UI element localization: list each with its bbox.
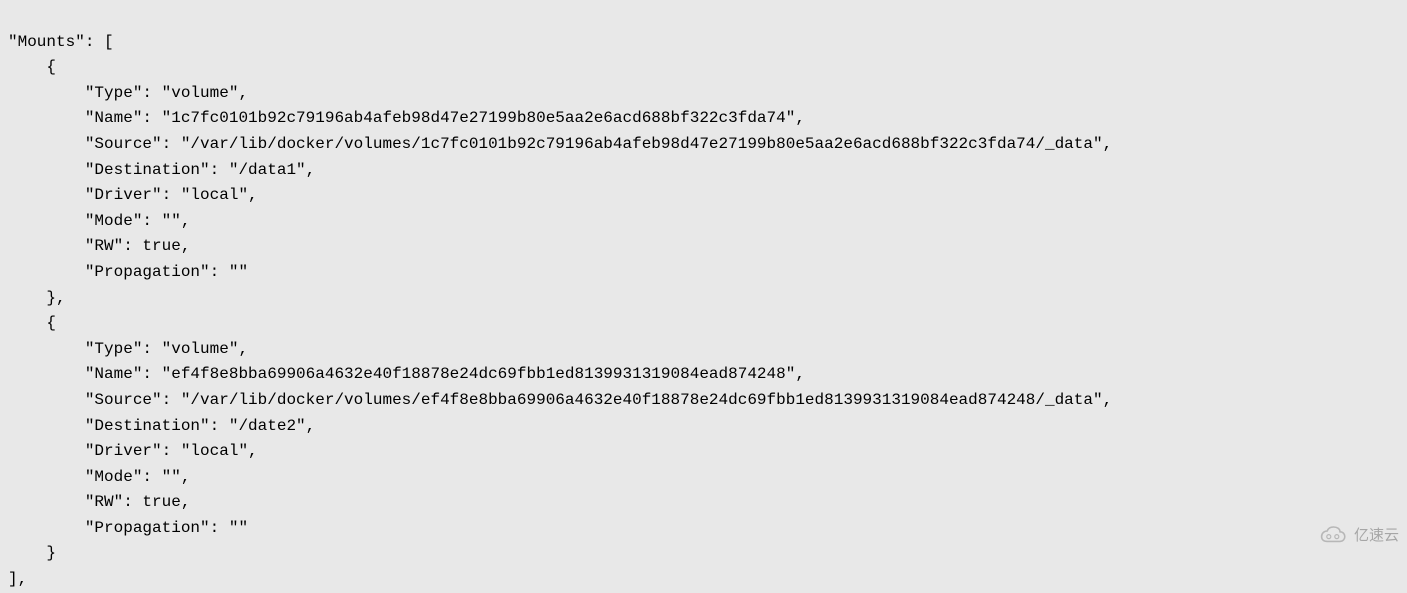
- code-line: "Name": "1c7fc0101b92c79196ab4afeb98d47e…: [8, 109, 805, 127]
- code-line: "Propagation": "": [8, 519, 248, 537]
- code-line: "RW": true,: [8, 237, 190, 255]
- watermark: 亿速云: [1316, 524, 1399, 545]
- code-line: "Mode": "",: [8, 212, 190, 230]
- code-line: "Type": "volume",: [8, 340, 248, 358]
- code-line: "Propagation": "": [8, 263, 248, 281]
- code-line: "Mounts": [: [8, 33, 114, 51]
- code-line: "Driver": "local",: [8, 186, 258, 204]
- json-code-block: "Mounts": [ { "Type": "volume", "Name": …: [8, 4, 1399, 593]
- code-line: "Source": "/var/lib/docker/volumes/1c7fc…: [8, 135, 1112, 153]
- watermark-text: 亿速云: [1354, 524, 1399, 545]
- code-line: }: [8, 544, 56, 562]
- code-line: "Destination": "/data1",: [8, 161, 315, 179]
- cloud-icon: [1316, 525, 1348, 545]
- code-line: "Source": "/var/lib/docker/volumes/ef4f8…: [8, 391, 1112, 409]
- code-line: ],: [8, 570, 27, 588]
- code-line: {: [8, 314, 56, 332]
- code-line: },: [8, 289, 66, 307]
- code-line: {: [8, 58, 56, 76]
- code-line: "Mode": "",: [8, 468, 190, 486]
- code-line: "Destination": "/date2",: [8, 417, 315, 435]
- code-line: "Type": "volume",: [8, 84, 248, 102]
- code-line: "RW": true,: [8, 493, 190, 511]
- code-line: "Name": "ef4f8e8bba69906a4632e40f18878e2…: [8, 365, 805, 383]
- code-line: "Driver": "local",: [8, 442, 258, 460]
